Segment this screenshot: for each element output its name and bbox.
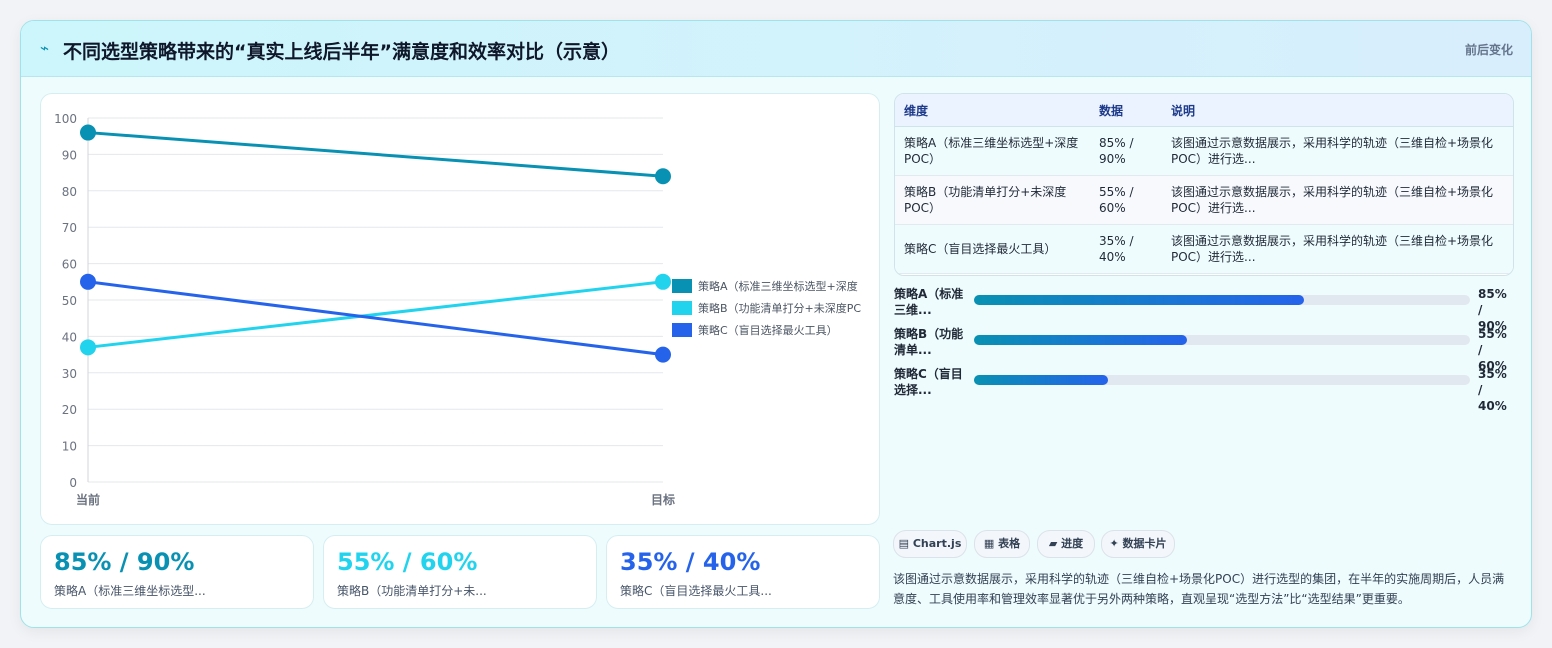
stat-value: 55% / 60%	[337, 548, 478, 576]
x-tick-label: 目标	[651, 492, 675, 507]
data-point	[655, 346, 671, 363]
progress-label: 策略C（盲目选择...	[894, 367, 963, 397]
progress-row-a: 策略A（标准三维... 85% / 90%	[894, 286, 1514, 333]
stat-label: 策略C（盲目选择最火工具...	[620, 584, 772, 598]
stat-value: 85% / 90%	[54, 548, 195, 576]
data-point	[80, 273, 96, 290]
stat-card-a: 85% / 90% 策略A（标准三维坐标选型...	[40, 535, 314, 609]
data-table: 维度 数据 说明 策略A（标准三维坐标选型+深度POC） 85% / 90% 该…	[895, 94, 1513, 274]
column-header-dimension: 维度	[895, 94, 1090, 127]
chart-description: 该图通过示意数据展示，采用科学的轨迹（三维自检+场景化POC）进行选型的集团，在…	[893, 572, 1505, 606]
line-chart: 0 10 20 30 40 50 60 70 80 90 100 当前 目标 策略A（标准三维坐标选型+深…	[54, 112, 861, 507]
chip-label: 进度	[1061, 537, 1084, 550]
progress-fill	[974, 375, 1108, 385]
data-point	[655, 273, 671, 290]
cell-data: 35% / 40%	[1090, 224, 1162, 274]
legend-swatch	[672, 301, 692, 315]
y-tick-label: 90	[62, 148, 77, 162]
cell-dimension: 策略B（功能清单打分+未深度POC）	[895, 175, 1090, 225]
change-badge: 前后变化	[1464, 43, 1513, 57]
legend-swatch	[672, 279, 692, 293]
progress-fill	[974, 335, 1188, 345]
y-tick-label: 40	[62, 330, 77, 344]
progress-label: 策略A（标准三维...	[894, 287, 964, 317]
y-tick-label: 60	[62, 258, 77, 272]
card-header: ⌁ 不同选型策略带来的“真实上线后半年”满意度和效率对比（示意） 前后变化	[21, 21, 1531, 77]
data-point	[655, 168, 671, 185]
y-tick-label: 0	[69, 476, 77, 490]
progress-icon: ▰	[1048, 537, 1058, 550]
progress-row-c: 策略C（盲目选择... 35% / 40%	[894, 366, 1514, 413]
table-row: 策略A（标准三维坐标选型+深度POC） 85% / 90% 该图通过示意数据展示…	[895, 126, 1513, 176]
cell-note: 该图通过示意数据展示，采用科学的轨迹（三维自检+场景化POC）进行选...	[1162, 175, 1513, 225]
cell-note: 该图通过示意数据展示，采用科学的轨迹（三维自检+场景化POC）进行选...	[1162, 126, 1513, 176]
y-tick-label: 50	[62, 294, 77, 308]
cell-dimension: 策略A（标准三维坐标选型+深度POC）	[895, 126, 1090, 176]
chip-table[interactable]: ▦ 表格	[974, 530, 1030, 558]
cell-data: 55% / 60%	[1090, 175, 1162, 225]
data-table-panel: 维度 数据 说明 策略A（标准三维坐标选型+深度POC） 85% / 90% 该…	[894, 93, 1514, 276]
stat-card-b: 55% / 60% 策略B（功能清单打分+未...	[323, 535, 597, 609]
legend-label: 策略A（标准三维坐标选型+深度	[698, 279, 858, 293]
cell-data: 85% / 90%	[1090, 126, 1162, 176]
y-tick-label: 10	[62, 440, 77, 454]
table-row: 策略B（功能清单打分+未深度POC） 55% / 60% 该图通过示意数据展示，…	[895, 175, 1513, 225]
sparkle-icon: ✦	[1109, 537, 1119, 550]
legend-label: 策略B（功能清单打分+未深度PC	[698, 301, 861, 315]
dashboard-card: ⌁ 不同选型策略带来的“真实上线后半年”满意度和效率对比（示意） 前后变化 0 1…	[20, 20, 1532, 628]
chip-label: 表格	[998, 537, 1021, 550]
chart-icon: ▤	[898, 537, 910, 550]
cell-note: 该图通过示意数据展示，采用科学的轨迹（三维自检+场景化POC）进行选...	[1162, 224, 1513, 274]
table-icon: ▦	[983, 537, 995, 550]
data-point	[80, 339, 96, 356]
progress-value: 35% / 40%	[1478, 367, 1507, 413]
y-tick-label: 30	[62, 367, 77, 381]
chip-label: 数据卡片	[1122, 537, 1167, 550]
chip-data-card[interactable]: ✦ 数据卡片	[1101, 530, 1175, 558]
legend-swatch	[672, 323, 692, 337]
stat-label: 策略B（功能清单打分+未...	[337, 584, 487, 598]
progress-track	[974, 295, 1470, 305]
column-header-note: 说明	[1162, 94, 1513, 127]
cell-dimension: 策略C（盲目选择最火工具）	[895, 224, 1090, 274]
chip-progress[interactable]: ▰ 进度	[1037, 530, 1095, 558]
y-tick-label: 80	[62, 185, 77, 199]
chip-chartjs[interactable]: ▤ Chart.js	[893, 530, 967, 558]
chip-label: Chart.js	[912, 537, 962, 550]
x-tick-label: 当前	[76, 492, 100, 507]
lightning-icon: ⌁	[40, 39, 50, 57]
page-title: 不同选型策略带来的“真实上线后半年”满意度和效率对比（示意）	[63, 41, 620, 63]
stat-label: 策略A（标准三维坐标选型...	[54, 584, 206, 598]
legend-label: 策略C（盲目选择最火工具）	[698, 323, 838, 337]
y-tick-label: 70	[62, 221, 77, 235]
column-header-data: 数据	[1090, 94, 1162, 127]
table-row: 策略C（盲目选择最火工具） 35% / 40% 该图通过示意数据展示，采用科学的…	[895, 224, 1513, 274]
progress-fill	[974, 295, 1304, 305]
y-tick-label: 100	[54, 112, 77, 126]
progress-track	[974, 335, 1470, 345]
progress-label: 策略B（功能清单...	[894, 327, 964, 357]
data-point	[80, 124, 96, 141]
progress-track	[974, 375, 1470, 385]
stat-value: 35% / 40%	[620, 548, 761, 576]
y-tick-label: 20	[62, 403, 77, 417]
progress-row-b: 策略B（功能清单... 55% / 60%	[894, 326, 1514, 373]
stat-card-c: 35% / 40% 策略C（盲目选择最火工具...	[606, 535, 880, 609]
line-chart-panel: 0 10 20 30 40 50 60 70 80 90 100 当前 目标 策略A（标准三维坐标选型+深…	[40, 93, 880, 525]
